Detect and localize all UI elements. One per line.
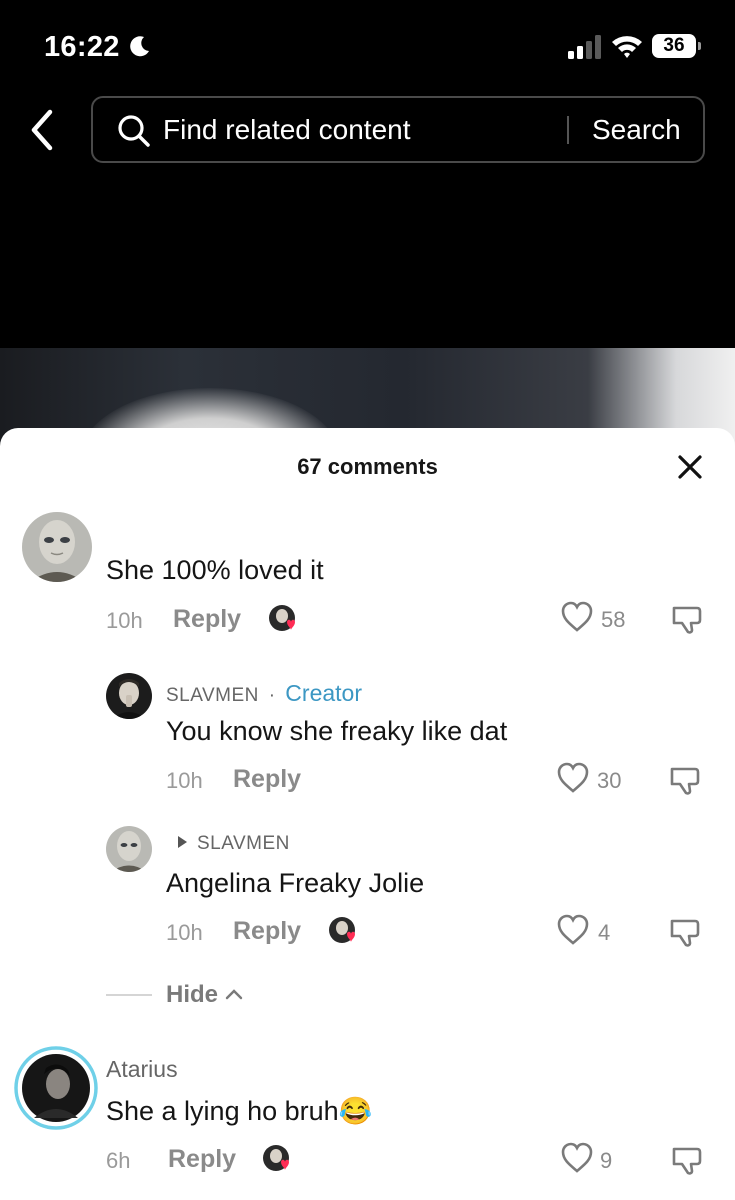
comment-time: 6h <box>106 1148 131 1173</box>
creator-badge: Creator <box>285 680 362 706</box>
reply-to-username[interactable]: SLAVMEN <box>197 833 290 855</box>
reply-button[interactable]: Reply <box>233 765 301 794</box>
creator-liked-icon <box>329 917 355 943</box>
dislike-icon[interactable] <box>670 602 706 636</box>
comment-text: She 100% loved it <box>106 555 324 585</box>
comment-time: 10h <box>106 608 143 633</box>
battery-level: 36 <box>652 34 696 58</box>
search-icon <box>118 115 150 147</box>
search-button[interactable]: Search <box>592 114 681 146</box>
heart-icon[interactable] <box>556 762 590 794</box>
comment-username: SLAVMEN · Creator <box>166 680 362 707</box>
comment-time: 10h <box>166 920 203 945</box>
heart-icon[interactable] <box>556 914 590 946</box>
comment-time: 10h <box>166 768 203 793</box>
back-chevron-icon[interactable] <box>22 106 64 154</box>
like-count: 30 <box>597 768 622 793</box>
chevron-up-icon[interactable] <box>224 987 244 1001</box>
battery-indicator: 36 <box>652 34 702 58</box>
signal-icon <box>568 35 601 59</box>
reply-button[interactable]: Reply <box>173 605 241 634</box>
reply-arrow-icon <box>178 836 187 848</box>
hide-divider-line <box>106 994 152 996</box>
search-input[interactable]: Find related content <box>163 114 411 146</box>
wifi-icon <box>612 36 642 58</box>
comment-text: She a lying ho bruh😂 <box>106 1096 373 1126</box>
like-count: 58 <box>601 607 626 632</box>
search-bar[interactable]: Find related content Search <box>91 96 705 163</box>
comment-text: You know she freaky like dat <box>166 716 508 746</box>
like-count: 4 <box>598 920 611 945</box>
hide-replies-button[interactable]: Hide <box>166 981 218 1009</box>
dislike-icon[interactable] <box>668 763 704 797</box>
reply-button[interactable]: Reply <box>168 1145 236 1174</box>
moon-icon <box>130 36 149 57</box>
comments-sheet: 67 comments She 100% loved it 10h Reply … <box>0 428 735 1200</box>
battery-tip <box>698 42 701 50</box>
comment-username[interactable]: Atarius <box>106 1056 178 1083</box>
creator-avatar[interactable] <box>106 673 152 719</box>
comments-count-title: 67 comments <box>297 454 438 479</box>
search-divider <box>567 116 569 144</box>
alien-avatar[interactable] <box>22 512 92 582</box>
username-text[interactable]: SLAVMEN <box>166 685 259 706</box>
atarius-avatar[interactable] <box>14 1046 98 1130</box>
close-icon[interactable] <box>676 453 704 481</box>
dislike-icon[interactable] <box>668 915 704 949</box>
status-time: 16:22 <box>44 31 120 63</box>
status-bar: 16:22 36 <box>0 0 735 90</box>
comment-text: Angelina Freaky Jolie <box>166 868 425 898</box>
alien-avatar[interactable] <box>106 826 152 872</box>
heart-icon[interactable] <box>560 1142 594 1174</box>
dislike-icon[interactable] <box>670 1143 706 1177</box>
creator-liked-icon <box>269 605 295 631</box>
reply-button[interactable]: Reply <box>233 917 301 946</box>
creator-liked-icon <box>263 1145 289 1171</box>
heart-icon[interactable] <box>560 601 594 633</box>
like-count: 9 <box>600 1148 613 1173</box>
username-separator: · <box>268 685 276 706</box>
